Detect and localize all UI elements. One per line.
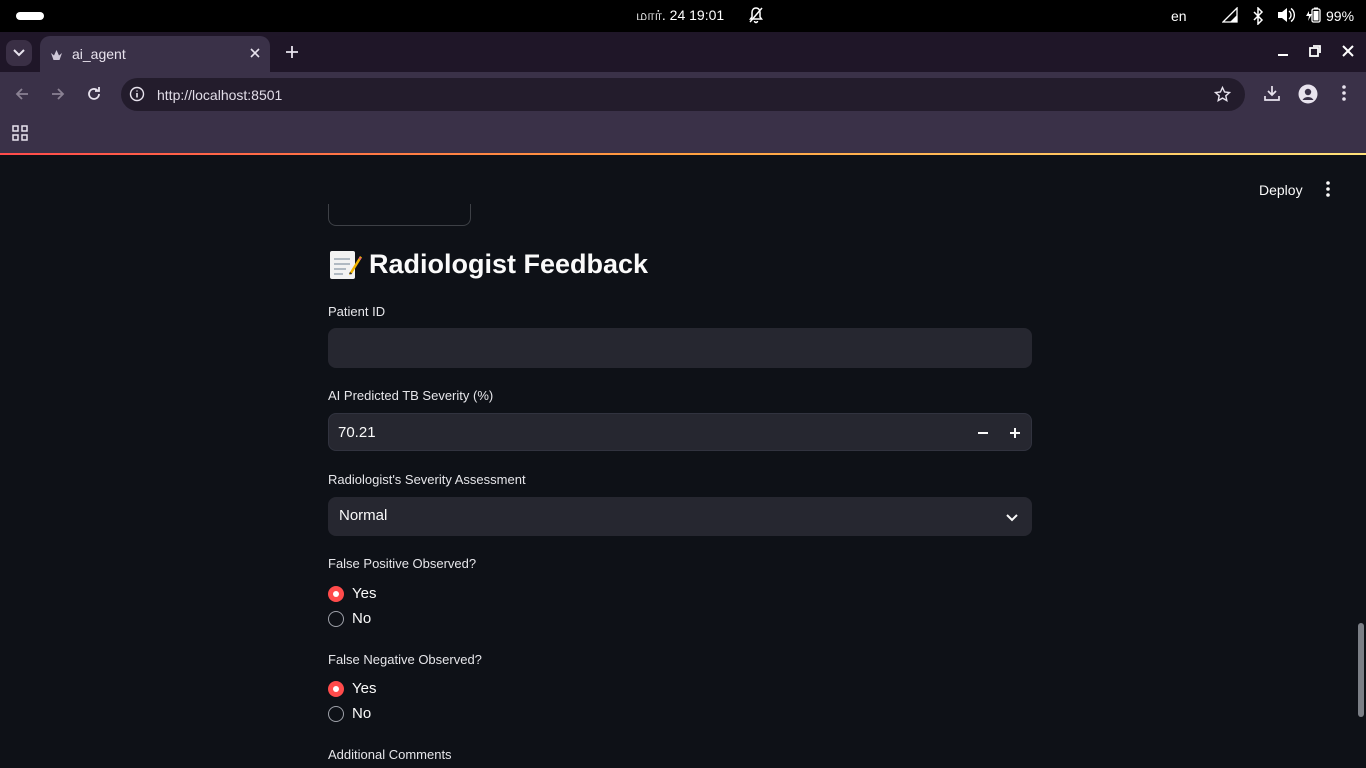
volume-icon	[1277, 7, 1295, 26]
minimize-icon[interactable]	[1276, 44, 1290, 63]
radio-label: No	[352, 705, 372, 722]
app-main: Deploy Radiologist Feedback Patient ID A…	[0, 155, 1366, 768]
main-menu-icon[interactable]	[1325, 181, 1331, 202]
browser-tab-active[interactable]: ai_agent	[40, 36, 270, 72]
tab-title: ai_agent	[72, 46, 126, 62]
severity-number-input[interactable]: 70.21	[328, 413, 1032, 451]
comments-label: Additional Comments	[328, 747, 452, 762]
os-top-bar: மார். 24 19:01 en 99%	[0, 0, 1366, 32]
chevron-down-icon	[13, 49, 25, 57]
activities-indicator[interactable]	[16, 12, 44, 20]
forward-arrow-icon[interactable]	[50, 86, 66, 107]
page-heading: Radiologist Feedback	[328, 248, 648, 280]
download-icon[interactable]	[1263, 84, 1281, 107]
profile-avatar-icon[interactable]	[1298, 84, 1318, 109]
close-tab-icon[interactable]	[248, 46, 262, 63]
battery-percentage: 99%	[1326, 8, 1355, 24]
increment-plus-icon[interactable]	[1000, 421, 1030, 445]
radio-label: No	[352, 610, 372, 627]
severity-value[interactable]: 70.21	[338, 424, 376, 441]
false-positive-option-no[interactable]: No	[328, 610, 371, 627]
assessment-select[interactable]: Normal	[328, 497, 1032, 536]
new-tab-plus-icon[interactable]	[284, 44, 300, 65]
radio-selected-icon	[328, 585, 344, 602]
false-negative-option-yes[interactable]: Yes	[328, 680, 376, 697]
bookmark-star-icon[interactable]	[1213, 85, 1232, 108]
radio-unselected-icon	[328, 610, 344, 627]
bluetooth-icon	[1252, 6, 1264, 28]
keyboard-language[interactable]: en	[1171, 8, 1187, 24]
assessment-selected-value: Normal	[339, 507, 388, 524]
os-clock[interactable]: மார். 24 19:01	[636, 7, 724, 26]
browser-tab-strip: ai_agent	[0, 32, 1366, 72]
close-window-icon[interactable]	[1341, 44, 1355, 63]
site-info-icon[interactable]	[129, 86, 145, 107]
patient-id-input[interactable]	[328, 328, 1032, 368]
address-bar[interactable]: http://localhost:8501	[121, 78, 1245, 111]
radio-label: Yes	[352, 680, 377, 697]
bookmarks-bar	[0, 116, 1366, 153]
chevron-down-icon	[1006, 509, 1018, 527]
browser-toolbar: http://localhost:8501	[0, 72, 1366, 116]
page-scrollbar[interactable]	[1358, 623, 1364, 717]
heading-text: Radiologist Feedback	[369, 248, 649, 279]
url-text[interactable]: http://localhost:8501	[157, 87, 282, 103]
radio-unselected-icon	[328, 705, 344, 722]
reload-icon[interactable]	[86, 86, 102, 107]
false-positive-label: False Positive Observed?	[328, 556, 477, 571]
signal-icon	[1221, 6, 1238, 26]
tab-search-button[interactable]	[6, 40, 32, 66]
false-negative-label: False Negative Observed?	[328, 652, 482, 667]
decrement-minus-icon[interactable]	[968, 421, 998, 445]
memo-icon	[328, 248, 362, 280]
radio-selected-icon	[328, 680, 344, 697]
restore-window-icon[interactable]	[1308, 44, 1322, 63]
deploy-button[interactable]: Deploy	[1259, 182, 1303, 198]
patient-id-label: Patient ID	[328, 304, 386, 319]
false-positive-option-yes[interactable]: Yes	[328, 585, 376, 602]
notifications-muted-icon	[748, 6, 764, 27]
battery-icon	[1305, 7, 1323, 26]
apps-grid-icon[interactable]	[12, 125, 28, 146]
radio-label: Yes	[352, 585, 377, 602]
browser-menu-icon[interactable]	[1336, 84, 1352, 107]
clipped-button[interactable]	[328, 204, 471, 226]
severity-label: AI Predicted TB Severity (%)	[328, 388, 494, 403]
assessment-label: Radiologist's Severity Assessment	[328, 472, 526, 487]
false-negative-option-no[interactable]: No	[328, 705, 371, 722]
back-arrow-icon[interactable]	[14, 86, 30, 107]
streamlit-favicon-icon	[50, 48, 63, 64]
